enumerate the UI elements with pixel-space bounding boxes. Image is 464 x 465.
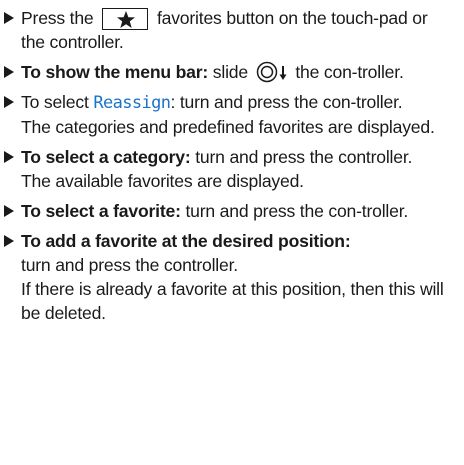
bullet-icon — [4, 151, 14, 163]
bullet-icon — [4, 66, 14, 78]
step-4-result: The available favorites are displayed. — [21, 171, 304, 191]
step-5-after: turn and press the con-troller. — [185, 201, 409, 221]
star-icon — [117, 11, 136, 28]
step-3-before: To select — [21, 92, 89, 112]
bullet-icon — [4, 96, 14, 108]
step-2: To show the menu bar: slide the con-trol… — [0, 60, 464, 84]
step-5-heading: To select a favorite: — [21, 201, 181, 221]
step-5: To select a favorite: turn and press the… — [0, 199, 464, 223]
controller-icon — [256, 61, 277, 83]
step-3-result: The categories and predefined favorites … — [21, 117, 435, 137]
instruction-page: Press the favorites button on the touch-… — [0, 0, 464, 465]
step-4-heading: To select a category: — [21, 147, 191, 167]
arrow-down-icon — [279, 66, 287, 80]
bullet-icon — [4, 235, 14, 247]
step-6-heading: To add a favorite at the desired positio… — [21, 231, 351, 251]
step-1-before: Press the — [21, 8, 94, 28]
step-6-result: If there is already a favorite at this p… — [21, 279, 444, 323]
bullet-icon — [4, 12, 14, 24]
step-3-after: : turn and press the con-troller. — [170, 92, 403, 112]
step-2-before: slide — [212, 62, 248, 82]
step-4: To select a category: turn and press the… — [0, 145, 464, 193]
step-6-after: turn and press the controller. — [21, 255, 238, 275]
step-3: To select Reassign: turn and press the c… — [0, 90, 464, 139]
bullet-icon — [4, 205, 14, 217]
step-4-after: turn and press the controller. — [195, 147, 413, 167]
step-2-heading: To show the menu bar: — [21, 62, 209, 82]
favorites-button-symbol — [102, 8, 149, 30]
reassign-display-text: Reassign — [93, 93, 171, 113]
step-1: Press the favorites button on the touch-… — [0, 6, 464, 54]
step-6: To add a favorite at the desired positio… — [0, 229, 464, 325]
step-2-after: the con-troller. — [295, 62, 404, 82]
